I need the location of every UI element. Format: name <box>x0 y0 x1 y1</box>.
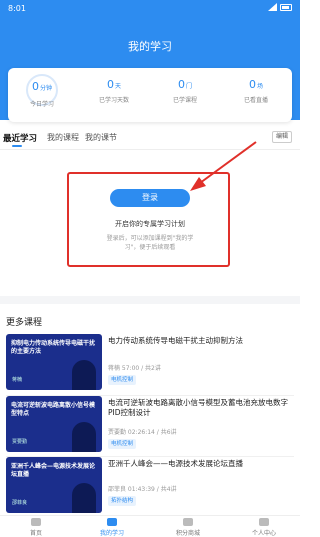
section-separator <box>0 296 300 304</box>
course-meta: 邵菲良 01:43:39 / 共4讲 <box>108 486 177 493</box>
course-tag: 拓扑结构 <box>108 496 137 506</box>
thumbnail-speaker: 贾要勤 <box>12 439 28 445</box>
tabbar-label: 我的学习 <box>99 530 124 537</box>
course-title: 亚洲千人峰会——电源技术发展论坛直播 <box>108 459 243 468</box>
thumbnail-speaker: 邵菲良 <box>12 500 28 506</box>
course-meta: 蒋楠 57:00 / 共2讲 <box>108 365 161 372</box>
thumbnail-speaker: 蒋楠 <box>12 377 23 383</box>
thumbnail-title: 抑制电力传动系统传导电磁干扰的主要方法 <box>11 340 96 355</box>
course-item[interactable]: 电流可逆斩波电路离散小信号模型特点 贾要勤 电流可逆斩波电路离散小信号模型及蓄电… <box>6 396 294 454</box>
speaker-silhouette <box>72 360 96 390</box>
course-title: 电流可逆斩波电路离散小信号模型及蓄电池充放电数字 PID控制设计 <box>108 398 288 417</box>
tabbar-profile[interactable]: 个人中心 <box>234 518 294 537</box>
course-tag: 电机控制 <box>108 439 137 449</box>
course-thumbnail: 电流可逆斩波电路离散小信号模型特点 贾要勤 <box>6 396 102 452</box>
thumbnail-title: 电流可逆斩波电路离散小信号模型特点 <box>11 402 96 417</box>
speaker-silhouette <box>72 483 96 513</box>
course-meta: 贾要勤 02:26:14 / 共6讲 <box>108 429 177 436</box>
study-icon <box>107 518 117 526</box>
course-item[interactable]: 亚洲千人峰会—电源技术发展论坛直播 邵菲良 亚洲千人峰会——电源技术发展论坛直播… <box>6 457 294 515</box>
course-item[interactable]: 抑制电力传动系统传导电磁干扰的主要方法 蒋楠 电力传动系统传导电磁干扰主动抑制方… <box>6 334 294 392</box>
thumbnail-title: 亚洲千人峰会—电源技术发展论坛直播 <box>11 463 96 478</box>
home-icon <box>31 518 41 526</box>
tabbar-label: 个人中心 <box>251 530 276 537</box>
tabbar-study[interactable]: 我的学习 <box>82 518 142 537</box>
course-title: 电力传动系统传导电磁干扰主动抑制方法 <box>108 336 243 345</box>
tabbar-shop[interactable]: 积分商城 <box>158 518 218 537</box>
course-thumbnail: 抑制电力传动系统传导电磁干扰的主要方法 蒋楠 <box>6 334 102 390</box>
more-courses-title: 更多课程 <box>6 318 43 328</box>
profile-icon <box>259 518 269 526</box>
tabbar-home[interactable]: 首页 <box>6 518 66 537</box>
tabbar-label: 积分商城 <box>175 530 200 537</box>
tabbar-label: 首页 <box>29 530 42 537</box>
course-thumbnail: 亚洲千人峰会—电源技术发展论坛直播 邵菲良 <box>6 457 102 513</box>
shop-icon <box>183 518 193 526</box>
bottom-tab-bar: 首页 我的学习 积分商城 个人中心 <box>0 515 300 537</box>
speaker-silhouette <box>72 422 96 452</box>
course-tag: 电机控制 <box>108 375 137 385</box>
